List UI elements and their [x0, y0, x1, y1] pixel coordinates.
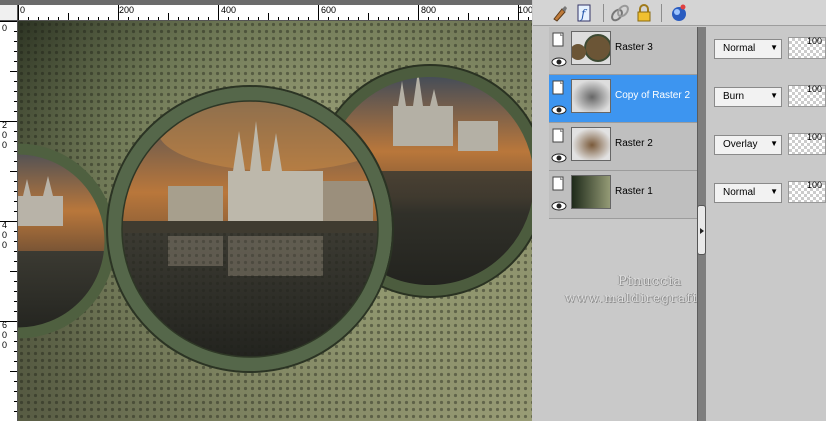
ruler-label: 0 [2, 23, 8, 33]
opacity-value: 100 [807, 84, 823, 94]
toolbar-separator [661, 4, 662, 22]
layer-icons [551, 78, 569, 120]
layer-icons [551, 126, 569, 168]
image-canvas[interactable] [18, 21, 532, 421]
dropdown-arrow-icon: ▼ [770, 43, 778, 52]
opacity-field[interactable]: 100 [788, 36, 826, 59]
ruler-label: 0 [2, 230, 8, 240]
visibility-eye-icon[interactable] [551, 102, 567, 118]
app-window: 0 200 400 600 800 100 0 2 0 0 4 0 0 6 0 … [0, 0, 826, 421]
opacity-field[interactable]: 100 [788, 180, 826, 203]
blend-mode-dropdown[interactable]: Normal ▼ [714, 39, 782, 59]
blend-mode-dropdown[interactable]: Burn ▼ [714, 87, 782, 107]
blend-mode-dropdown[interactable]: Normal ▼ [714, 183, 782, 203]
layer-icons [551, 174, 569, 216]
layer-props-row: Normal ▼ 100 [706, 171, 826, 219]
layers-toolbar: f [533, 0, 826, 26]
ruler-label: 200 [119, 5, 135, 15]
layer-props-row: Burn ▼ 100 [706, 75, 826, 123]
visibility-eye-icon[interactable] [551, 150, 567, 166]
ruler-horizontal-ticks [18, 5, 529, 20]
splitter-handle[interactable] [697, 205, 706, 255]
ruler-label: 400 [221, 5, 237, 15]
link-icon[interactable] [610, 3, 630, 23]
ruler-label: 6 [2, 320, 8, 330]
layer-group-icon[interactable] [551, 128, 567, 144]
layer-group-icon[interactable] [551, 176, 567, 192]
layer-name: Raster 2 [615, 138, 653, 149]
ruler-horizontal: 0 200 400 600 800 100 [18, 5, 532, 21]
brush-icon[interactable] [550, 3, 570, 23]
visibility-eye-icon[interactable] [551, 54, 567, 70]
opacity-field[interactable]: 100 [788, 84, 826, 107]
ruler-label: 0 [2, 130, 8, 140]
ruler-label: 0 [2, 340, 8, 350]
ruler-label: 0 [2, 140, 8, 150]
blend-mode-value: Normal [723, 187, 756, 198]
layer-props-row: Normal ▼ 100 [706, 27, 826, 75]
dropdown-arrow-icon: ▼ [770, 139, 778, 148]
opacity-value: 100 [807, 132, 823, 142]
ruler-vertical: 0 2 0 0 4 0 0 6 0 0 [0, 21, 18, 421]
opacity-field[interactable]: 100 [788, 132, 826, 155]
ruler-corner [0, 5, 18, 21]
layer-thumbnail [571, 175, 611, 209]
image-window: 0 200 400 600 800 100 0 2 0 0 4 0 0 6 0 … [0, 0, 532, 421]
layer-group-icon[interactable] [551, 32, 567, 48]
ruler-label: 0 [2, 240, 8, 250]
blend-mode-value: Normal [723, 43, 756, 54]
ruler-label: 4 [2, 220, 8, 230]
layer-props-row: Overlay ▼ 100 [706, 123, 826, 171]
layer-thumbnail [571, 31, 611, 65]
layer-row-raster-3[interactable]: Raster 3 [549, 27, 699, 75]
opacity-value: 100 [807, 180, 823, 190]
layer-name: Raster 3 [615, 42, 653, 53]
layer-row-raster-1[interactable]: Raster 1 [549, 171, 699, 219]
ruler-label: 800 [421, 5, 437, 15]
canvas-artwork [18, 21, 532, 421]
visibility-eye-icon[interactable] [551, 198, 567, 214]
layer-thumbnail [571, 79, 611, 113]
layer-group-icon[interactable] [551, 80, 567, 96]
dropdown-arrow-icon: ▼ [770, 187, 778, 196]
layer-icons [551, 30, 569, 72]
script-icon[interactable]: f [574, 3, 594, 23]
blend-mode-value: Burn [723, 91, 745, 102]
toolbar-separator [603, 4, 604, 22]
ruler-label: 2 [2, 120, 8, 130]
layer-name: Copy of Raster 2 [615, 90, 691, 101]
ruler-label: 100 [518, 5, 532, 15]
layer-properties: Normal ▼ 100 Burn ▼ 100 Overlay ▼ 100 Norma… [706, 27, 826, 421]
blend-mode-dropdown[interactable]: Overlay ▼ [714, 135, 782, 155]
layer-name: Raster 1 [615, 186, 653, 197]
layers-palette: f Raster 3 Copy of Raster 2 Raster 2 Ras… [533, 0, 826, 421]
ruler-label: 0 [20, 5, 26, 15]
blend-mode-value: Overlay [723, 139, 758, 150]
ruler-label: 600 [321, 5, 337, 15]
lock-icon[interactable] [634, 3, 654, 23]
opacity-value: 100 [807, 36, 823, 46]
layer-row-copy-of-raster-2[interactable]: Copy of Raster 2 [549, 75, 699, 123]
layer-thumbnail [571, 127, 611, 161]
mask-icon[interactable] [669, 3, 689, 23]
layer-row-raster-2[interactable]: Raster 2 [549, 123, 699, 171]
dropdown-arrow-icon: ▼ [770, 91, 778, 100]
ruler-label: 0 [2, 330, 8, 340]
